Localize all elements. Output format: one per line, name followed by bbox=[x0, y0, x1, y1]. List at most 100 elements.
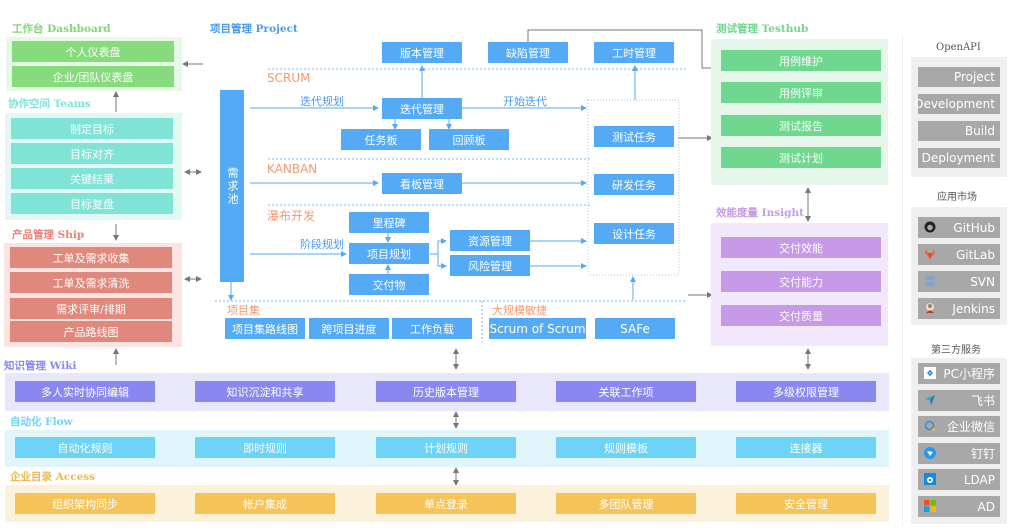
scaled-agile-item[interactable]: Scrum of Scrum bbox=[489, 318, 586, 339]
insight-title-cn: 效能度量 bbox=[716, 207, 758, 219]
access-item[interactable]: 帐户集成 bbox=[195, 493, 335, 514]
teams-item[interactable]: 目标复盘 bbox=[11, 193, 173, 214]
thirdparty-item-label: 企业微信 bbox=[946, 420, 995, 434]
insight-item[interactable]: 交付能力 bbox=[721, 271, 881, 292]
teams-item[interactable]: 制定目标 bbox=[11, 118, 173, 139]
openapi-item[interactable]: Development bbox=[914, 94, 1000, 114]
wiki-item[interactable]: 历史版本管理 bbox=[376, 381, 516, 402]
thirdparty-item-ad[interactable]: AD bbox=[918, 496, 1000, 517]
insight-item[interactable]: 交付效能 bbox=[721, 237, 881, 258]
market-item-github[interactable]: GitHub bbox=[918, 217, 1000, 238]
access-item[interactable]: 多团队管理 bbox=[556, 493, 696, 514]
version-management-box[interactable]: 版本管理 bbox=[382, 42, 462, 63]
wiki-item[interactable]: 多人实时协同编辑 bbox=[15, 381, 155, 402]
backlog-box[interactable]: 需求池 bbox=[220, 90, 244, 282]
thirdparty-item-dingtalk[interactable]: 钉钉 bbox=[918, 443, 1000, 464]
ship-item[interactable]: 工单及需求清洗 bbox=[10, 272, 172, 293]
risk-management-box[interactable]: 风险管理 bbox=[450, 255, 530, 276]
testhub-item[interactable]: 用例维护 bbox=[721, 50, 881, 71]
teams-item[interactable]: 关键结果 bbox=[11, 168, 173, 189]
ad-icon bbox=[924, 500, 936, 512]
scrum-label: SCRUM bbox=[267, 71, 311, 85]
milestone-box[interactable]: 里程碑 bbox=[349, 212, 429, 233]
access-item[interactable]: 单点登录 bbox=[376, 493, 516, 514]
thirdparty-item-label: AD bbox=[977, 499, 995, 514]
market-item-gitlab[interactable]: GitLab bbox=[918, 244, 1000, 265]
ship-item[interactable]: 工单及需求收集 bbox=[10, 247, 172, 268]
phase-planning-label: 阶段规划 bbox=[300, 238, 344, 251]
thirdparty-item-feishu[interactable]: 飞书 bbox=[918, 390, 1000, 411]
thirdparty-item-mini-program[interactable]: PC小程序 bbox=[918, 363, 1000, 384]
waterfall-label: 瀑布开发 bbox=[267, 209, 316, 223]
flow-item[interactable]: 即时规则 bbox=[195, 437, 335, 458]
dingtalk-icon bbox=[924, 447, 936, 459]
personal-dashboard-box[interactable]: 个人仪表盘 bbox=[12, 41, 174, 62]
flow-item[interactable]: 连接器 bbox=[736, 437, 876, 458]
insight-item[interactable]: 交付质量 bbox=[721, 305, 881, 326]
thirdparty-item-label: LDAP bbox=[963, 472, 995, 487]
testhub-title: 测试管理 Testhub bbox=[716, 21, 808, 36]
portfolio-item[interactable]: 工作负载 bbox=[392, 318, 472, 339]
testhub-item[interactable]: 用例评审 bbox=[721, 82, 881, 103]
access-item[interactable]: 组织架构同步 bbox=[15, 493, 155, 514]
teams-title-en: Teams bbox=[53, 98, 91, 110]
wiki-item[interactable]: 知识沉淀和共享 bbox=[195, 381, 335, 402]
iteration-management-box[interactable]: 迭代管理 bbox=[382, 98, 462, 119]
portfolio-label: 项目集 bbox=[227, 304, 260, 317]
team-dashboard-box[interactable]: 企业/团队仪表盘 bbox=[12, 66, 174, 87]
access-title-cn: 企业目录 bbox=[10, 471, 52, 483]
ship-item[interactable]: 产品路线图 bbox=[10, 321, 172, 342]
jenkins-icon bbox=[924, 302, 936, 314]
mini-program-icon bbox=[924, 367, 936, 379]
thirdparty-item-wecom[interactable]: 企业微信 bbox=[918, 416, 1000, 437]
thirdparty-item-ldap[interactable]: LDAP bbox=[918, 469, 1000, 490]
project-title: 项目管理 Project bbox=[210, 21, 298, 36]
market-item-svn[interactable]: SVN bbox=[918, 271, 1000, 292]
dev-task-box[interactable]: 研发任务 bbox=[594, 174, 674, 195]
market-item-label: Jenkins bbox=[952, 301, 995, 316]
market-title: 应用市场 bbox=[937, 192, 977, 203]
openapi-item[interactable]: Deployment bbox=[918, 148, 1000, 168]
flow-item[interactable]: 自动化规则 bbox=[15, 437, 155, 458]
ship-item[interactable]: 需求评审/排期 bbox=[10, 298, 172, 319]
market-item-label: SVN bbox=[970, 274, 995, 289]
project-planning-box[interactable]: 项目规划 bbox=[349, 243, 429, 264]
feishu-icon bbox=[924, 394, 936, 406]
retro-board-box[interactable]: 回顾板 bbox=[429, 129, 509, 150]
market-item-label: GitLab bbox=[956, 247, 995, 262]
timesheet-management-box[interactable]: 工时管理 bbox=[594, 42, 674, 63]
flow-title-cn: 自动化 bbox=[10, 416, 42, 428]
teams-item[interactable]: 目标对齐 bbox=[11, 143, 173, 164]
deliverable-box[interactable]: 交付物 bbox=[349, 274, 429, 295]
flow-item[interactable]: 规则模板 bbox=[556, 437, 696, 458]
flow-title: 自动化 Flow bbox=[10, 414, 73, 429]
access-item[interactable]: 安全管理 bbox=[736, 493, 876, 514]
dashboard-title-en: Dashboard bbox=[47, 23, 111, 35]
thirdparty-item-label: 飞书 bbox=[970, 394, 995, 408]
portfolio-item[interactable]: 项目集路线图 bbox=[225, 318, 305, 339]
kanban-label: KANBAN bbox=[267, 162, 318, 176]
portfolio-item[interactable]: 跨项目进度 bbox=[309, 318, 389, 339]
flow-item[interactable]: 计划规则 bbox=[376, 437, 516, 458]
test-task-box[interactable]: 测试任务 bbox=[594, 126, 674, 147]
defect-management-box[interactable]: 缺陷管理 bbox=[488, 42, 568, 63]
openapi-item[interactable]: Build bbox=[918, 121, 1000, 141]
resource-management-box[interactable]: 资源管理 bbox=[450, 230, 530, 251]
wiki-title-cn: 知识管理 bbox=[4, 360, 46, 372]
testhub-item[interactable]: 测试计划 bbox=[721, 147, 881, 168]
wiki-item[interactable]: 多级权限管理 bbox=[736, 381, 876, 402]
wiki-title: 知识管理 Wiki bbox=[4, 358, 77, 373]
insight-title: 效能度量 Insight bbox=[716, 205, 804, 220]
openapi-title: OpenAPI bbox=[936, 42, 981, 53]
testhub-item[interactable]: 测试报告 bbox=[721, 115, 881, 136]
design-task-box[interactable]: 设计任务 bbox=[594, 223, 674, 244]
task-board-box[interactable]: 任务板 bbox=[341, 129, 421, 150]
wiki-title-en: Wiki bbox=[49, 360, 77, 372]
kanban-board-box[interactable]: 看板管理 bbox=[382, 173, 462, 194]
openapi-item[interactable]: Project bbox=[918, 67, 1000, 87]
wiki-item[interactable]: 关联工作项 bbox=[556, 381, 696, 402]
scaled-agile-item[interactable]: SAFe bbox=[595, 318, 675, 339]
market-item-jenkins[interactable]: Jenkins bbox=[918, 298, 1000, 319]
access-title: 企业目录 Access bbox=[10, 469, 95, 484]
ship-title-cn: 产品管理 bbox=[12, 229, 54, 241]
